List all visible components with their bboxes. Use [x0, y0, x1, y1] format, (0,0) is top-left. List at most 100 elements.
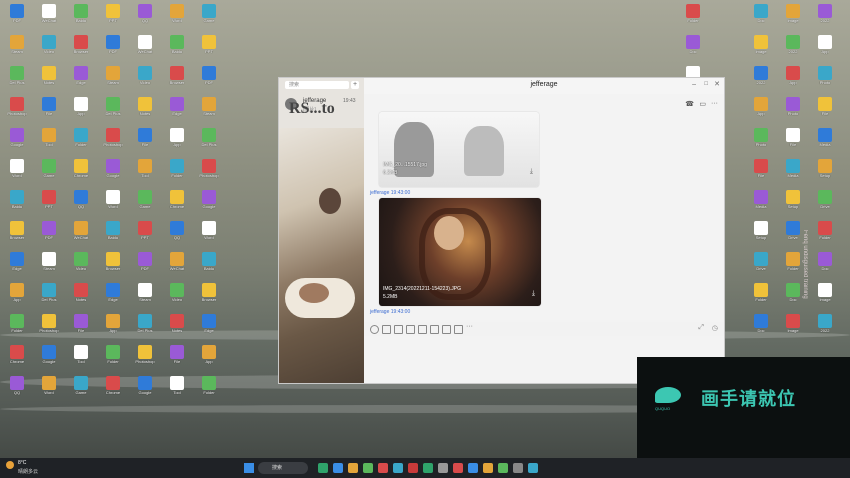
taskbar-app-icon[interactable]: [513, 463, 523, 473]
desktop-icon[interactable]: Steam: [0, 33, 34, 63]
desktop-icon[interactable]: QQ: [128, 2, 162, 32]
desktop-icon[interactable]: Folder: [96, 343, 130, 373]
taskbar-app-icon[interactable]: [468, 463, 478, 473]
desktop-icon[interactable]: Edge: [0, 250, 34, 280]
taskbar-app-icon[interactable]: [423, 463, 433, 473]
download-icon[interactable]: ⤓: [530, 168, 533, 176]
desktop-icon[interactable]: Video: [128, 64, 162, 94]
desktop-icon[interactable]: Word: [160, 2, 194, 32]
desktop-icon[interactable]: Del Plus: [96, 95, 130, 125]
desktop-icon[interactable]: Del Plus: [0, 64, 34, 94]
desktop-icon[interactable]: App: [64, 95, 98, 125]
desktop-icon[interactable]: Browser: [0, 219, 34, 249]
desktop-icon[interactable]: Chrome: [64, 157, 98, 187]
desktop-icon[interactable]: App: [96, 312, 130, 342]
desktop-icon[interactable]: Photoshop: [128, 343, 162, 373]
desktop-icon[interactable]: Media: [808, 126, 842, 156]
desktop-icon[interactable]: App: [744, 95, 778, 125]
desktop-icon[interactable]: Folder: [744, 281, 778, 311]
desktop-icon[interactable]: Media: [744, 188, 778, 218]
desktop-icon[interactable]: Game: [192, 2, 226, 32]
desktop-icon[interactable]: Photoshop: [0, 95, 34, 125]
desktop-icon[interactable]: PDF: [32, 219, 66, 249]
desktop-icon[interactable]: Game: [128, 188, 162, 218]
desktop-icon[interactable]: Steam: [192, 95, 226, 125]
desktop-icon[interactable]: PPT: [128, 219, 162, 249]
desktop-icon[interactable]: Baidu: [96, 219, 130, 249]
desktop-icon[interactable]: Photo: [776, 95, 810, 125]
desktop-icon[interactable]: File: [32, 95, 66, 125]
desktop-icon[interactable]: Photo: [808, 64, 842, 94]
desktop-icon[interactable]: File: [744, 157, 778, 187]
taskbar-app-icon[interactable]: [453, 463, 463, 473]
desktop-icon[interactable]: PDF: [128, 250, 162, 280]
desktop-icon[interactable]: Image: [744, 33, 778, 63]
start-icon[interactable]: [244, 463, 254, 473]
desktop-icon[interactable]: Edge: [64, 64, 98, 94]
close-button[interactable]: ✕: [714, 80, 720, 88]
desktop-icon[interactable]: File: [776, 126, 810, 156]
desktop-icon[interactable]: PPT: [96, 2, 130, 32]
taskbar-app-icon[interactable]: [318, 463, 328, 473]
taskbar-app-icon[interactable]: [378, 463, 388, 473]
desktop-icon[interactable]: WeChat: [160, 250, 194, 280]
weather-icon[interactable]: [6, 461, 14, 469]
desktop-icon[interactable]: Steam: [96, 64, 130, 94]
photo-icon[interactable]: [442, 325, 451, 334]
desktop-icon[interactable]: Doc: [744, 2, 778, 32]
desktop-icon[interactable]: Chrome: [96, 374, 130, 404]
desktop-icon[interactable]: 2022: [808, 2, 842, 32]
desktop-icon[interactable]: App: [808, 33, 842, 63]
desktop-icon[interactable]: WeChat: [64, 219, 98, 249]
desktop-icon[interactable]: Word: [192, 219, 226, 249]
desktop-icon[interactable]: Media: [776, 157, 810, 187]
desktop-icon[interactable]: Steam: [128, 281, 162, 311]
history-icon[interactable]: ◷: [712, 324, 718, 332]
taskbar-app-icon[interactable]: [498, 463, 508, 473]
desktop-icon[interactable]: QQ: [64, 188, 98, 218]
desktop-icon[interactable]: Word: [96, 188, 130, 218]
taskbar-app-icon[interactable]: [348, 463, 358, 473]
desktop-icon[interactable]: PPT: [32, 188, 66, 218]
download-icon[interactable]: ⤓: [532, 290, 535, 298]
desktop-icon[interactable]: Photoshop: [96, 126, 130, 156]
desktop-icon[interactable]: Edge: [96, 281, 130, 311]
taskbar-app-icon[interactable]: [483, 463, 493, 473]
expand-icon[interactable]: ⤢: [698, 324, 704, 332]
desktop-icon[interactable]: WeChat: [128, 33, 162, 63]
desktop-icon[interactable]: Google: [32, 343, 66, 373]
emoji-icon[interactable]: [370, 325, 379, 334]
desktop-icon[interactable]: Folder: [64, 126, 98, 156]
desktop-icon[interactable]: Tool: [64, 343, 98, 373]
minimize-button[interactable]: –: [692, 81, 696, 88]
more-tools-icon[interactable]: ···: [466, 323, 473, 330]
desktop-icon[interactable]: QQ: [0, 374, 34, 404]
video-icon[interactable]: ▭: [699, 100, 706, 108]
desktop-icon[interactable]: Steam: [32, 250, 66, 280]
desktop-icon[interactable]: Folder: [160, 157, 194, 187]
desktop-icon[interactable]: File: [64, 312, 98, 342]
desktop-icon[interactable]: Video: [160, 281, 194, 311]
music-icon[interactable]: [430, 325, 439, 334]
desktop-icon[interactable]: Baidu: [192, 250, 226, 280]
desktop-icon[interactable]: App: [776, 64, 810, 94]
desktop-icon[interactable]: Google: [96, 157, 130, 187]
taskbar-app-icon[interactable]: [333, 463, 343, 473]
desktop-icon[interactable]: Edge: [192, 312, 226, 342]
desktop-icon[interactable]: Image: [776, 2, 810, 32]
desktop-icon[interactable]: Browser: [160, 64, 194, 94]
desktop-icon[interactable]: Del Plus: [32, 281, 66, 311]
desktop-icon[interactable]: App: [0, 281, 34, 311]
desktop-icon[interactable]: Edge: [160, 95, 194, 125]
desktop-icon[interactable]: Chrome: [160, 188, 194, 218]
desktop-icon[interactable]: 2022: [744, 64, 778, 94]
desktop-icon[interactable]: Setup: [776, 188, 810, 218]
desktop-icon[interactable]: App: [192, 343, 226, 373]
desktop-icon[interactable]: Image: [776, 312, 810, 342]
desktop-icon[interactable]: Notes: [32, 64, 66, 94]
taskbar-app-icon[interactable]: [363, 463, 373, 473]
desktop-icon[interactable]: Doc: [676, 33, 710, 63]
desktop-icon[interactable]: Folder: [0, 312, 34, 342]
gif-icon[interactable]: [382, 325, 391, 334]
chat-window[interactable]: 搜索 + jefferage 19:43 [图片] 1 RS...to jeff…: [278, 77, 725, 384]
